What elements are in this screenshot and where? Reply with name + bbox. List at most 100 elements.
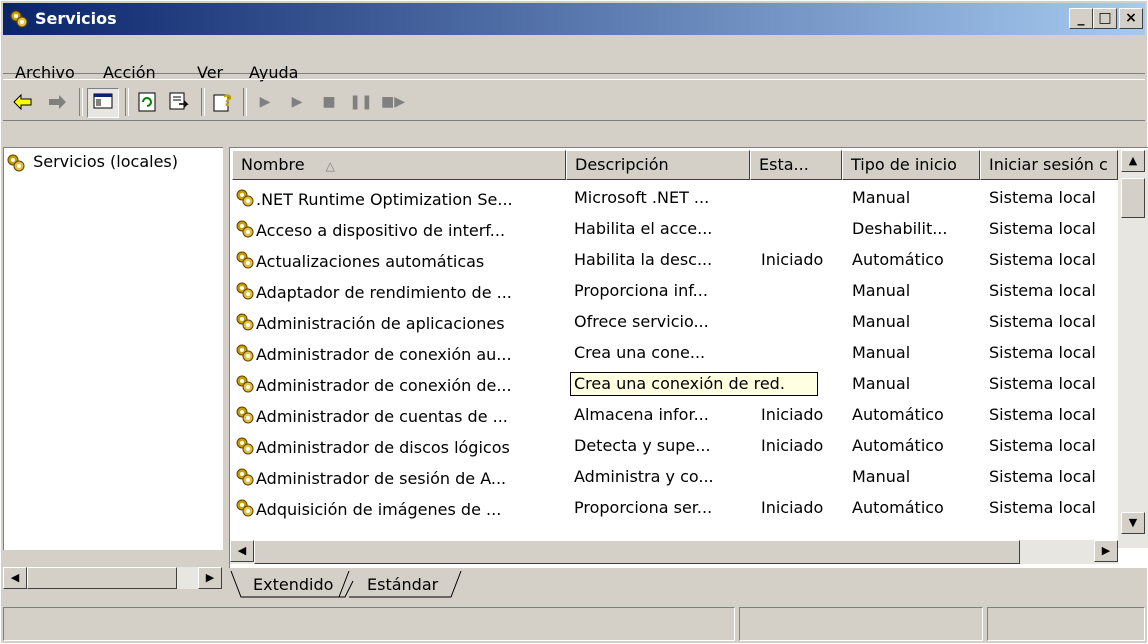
- toolbar-separator: [201, 88, 205, 116]
- service-row[interactable]: .NET Runtime Optimization Se... Microsoft…: [230, 182, 1120, 213]
- description-tooltip: Crea una conexión de red.: [570, 372, 818, 396]
- service-gear-icon: [236, 437, 254, 455]
- service-name: Actualizaciones automáticas: [234, 250, 564, 271]
- column-header-state[interactable]: Esta...: [750, 150, 842, 180]
- title-bar[interactable]: Servicios _ □ ×: [3, 3, 1145, 35]
- scroll-thumb[interactable]: [27, 567, 177, 589]
- toolbar-separator: [243, 88, 247, 116]
- service-state: Iniciado: [761, 436, 824, 455]
- service-row[interactable]: Adaptador de rendimiento de ... Proporcio…: [230, 275, 1120, 306]
- service-row[interactable]: Administrador de discos lógicos Detecta y…: [230, 430, 1120, 461]
- service-logon: Sistema local: [989, 374, 1096, 393]
- service-logon: Sistema local: [989, 188, 1096, 207]
- close-button[interactable]: ×: [1119, 8, 1143, 29]
- service-startup-type: Manual: [852, 467, 911, 486]
- minimize-button[interactable]: _: [1069, 8, 1093, 29]
- refresh-icon[interactable]: [135, 90, 159, 114]
- service-gear-icon: [236, 251, 254, 269]
- service-startup-type: Manual: [852, 343, 911, 362]
- toolbar-separator: [79, 88, 83, 116]
- forward-arrow-icon[interactable]: [45, 90, 69, 114]
- tree-item-services-local[interactable]: Servicios (locales): [6, 152, 180, 174]
- stop-service-icon[interactable]: ■: [317, 90, 341, 114]
- list-horizontal-scrollbar[interactable]: ◀ ▶: [230, 540, 1118, 564]
- back-arrow-icon[interactable]: [11, 90, 35, 114]
- service-row[interactable]: Administrador de sesión de A... Administr…: [230, 461, 1120, 492]
- service-logon: Sistema local: [989, 250, 1096, 269]
- service-logon: Sistema local: [989, 498, 1096, 517]
- service-startup-type: Manual: [852, 374, 911, 393]
- column-header-name[interactable]: Nombre △: [232, 150, 566, 180]
- service-name: Adaptador de rendimiento de ...: [234, 281, 564, 302]
- service-startup-type: Manual: [852, 188, 911, 207]
- scroll-left-button[interactable]: ◀: [230, 540, 254, 562]
- service-description: Habilita la desc...: [574, 250, 713, 269]
- menu-bar: Archivo Acción Ver Ayuda: [3, 39, 1145, 82]
- toolbar: ? ▶ ▶ ■ ❚❚ ■▶: [3, 79, 1145, 121]
- pause-service-icon[interactable]: ❚❚: [349, 90, 373, 114]
- service-logon: Sistema local: [989, 312, 1096, 331]
- service-description: Almacena infor...: [574, 405, 709, 424]
- column-header-description[interactable]: Descripción: [566, 150, 750, 180]
- service-row[interactable]: Administrador de conexión de... Manual Sis…: [230, 368, 1120, 399]
- service-startup-type: Manual: [852, 281, 911, 300]
- column-header-logon[interactable]: Iniciar sesión c: [980, 150, 1118, 180]
- start-service-alt-icon[interactable]: ▶: [285, 90, 309, 114]
- service-name: Acceso a dispositivo de interf...: [234, 219, 564, 240]
- service-logon: Sistema local: [989, 405, 1096, 424]
- scroll-right-button[interactable]: ▶: [1094, 540, 1118, 562]
- scroll-thumb[interactable]: [254, 540, 1020, 564]
- service-gear-icon: [236, 375, 254, 393]
- scroll-right-button[interactable]: ▶: [198, 567, 222, 589]
- tab-standard[interactable]: Estándar: [355, 571, 450, 599]
- service-description: Habilita el acce...: [574, 219, 713, 238]
- view-tabs: Extendido Estándar: [229, 569, 1147, 601]
- service-row[interactable]: Administrador de cuentas de ... Almacena …: [230, 399, 1120, 430]
- svg-text:?: ?: [223, 91, 232, 110]
- maximize-button[interactable]: □: [1093, 8, 1117, 29]
- service-description: Microsoft .NET ...: [574, 188, 710, 207]
- service-row[interactable]: Adquisición de imágenes de ... Proporcion…: [230, 492, 1120, 523]
- service-name: Administrador de cuentas de ...: [234, 405, 564, 426]
- service-name: Administrador de discos lógicos: [234, 436, 564, 457]
- service-row[interactable]: Administrador de conexión au... Crea una …: [230, 337, 1120, 368]
- resume-service-icon[interactable]: ■▶: [381, 90, 405, 114]
- status-panel-tertiary: [987, 607, 1145, 641]
- service-description: Detecta y supe...: [574, 436, 711, 455]
- service-startup-type: Manual: [852, 312, 911, 331]
- list-vertical-scrollbar[interactable]: ▲ ▼: [1118, 150, 1148, 548]
- sort-ascending-icon: △: [325, 159, 335, 173]
- scroll-up-button[interactable]: ▲: [1121, 150, 1145, 172]
- service-name: Administrador de sesión de A...: [234, 467, 564, 488]
- scroll-down-button[interactable]: ▼: [1121, 512, 1145, 534]
- service-startup-type: Automático: [852, 405, 944, 424]
- service-state: Iniciado: [761, 498, 824, 517]
- service-description: Ofrece servicio...: [574, 312, 709, 331]
- service-name: Administrador de conexión de...: [234, 374, 564, 395]
- service-row[interactable]: Actualizaciones automáticas Habilita la d…: [230, 244, 1120, 275]
- tab-extended[interactable]: Extendido: [241, 571, 345, 599]
- show-tree-icon[interactable]: [87, 88, 119, 118]
- tree-pane: Servicios (locales): [3, 147, 223, 550]
- scroll-thumb[interactable]: [1121, 178, 1145, 218]
- window-title: Servicios: [35, 9, 117, 28]
- service-description: Administra y co...: [574, 467, 714, 486]
- service-row[interactable]: Acceso a dispositivo de interf... Habilit…: [230, 213, 1120, 244]
- export-list-icon[interactable]: [167, 90, 191, 114]
- scroll-left-button[interactable]: ◀: [3, 567, 27, 589]
- help-icon[interactable]: ?: [211, 90, 235, 114]
- services-gear-icon: [7, 154, 25, 171]
- services-window: Servicios _ □ × Archivo Acción Ver Ayuda…: [0, 0, 1148, 644]
- service-logon: Sistema local: [989, 467, 1096, 486]
- service-name: Administrador de conexión au...: [234, 343, 564, 364]
- tree-horizontal-scrollbar[interactable]: ◀ ▶: [3, 567, 222, 589]
- column-header-startup-type[interactable]: Tipo de inicio: [842, 150, 980, 180]
- services-list: Nombre △ Descripción Esta... Tipo de ini…: [229, 147, 1148, 568]
- service-gear-icon: [236, 468, 254, 486]
- service-gear-icon: [236, 344, 254, 362]
- start-service-icon[interactable]: ▶: [253, 90, 277, 114]
- status-panel-main: [3, 607, 735, 641]
- service-row[interactable]: Administración de aplicaciones Ofrece ser…: [230, 306, 1120, 337]
- service-gear-icon: [236, 220, 254, 238]
- service-gear-icon: [236, 499, 254, 517]
